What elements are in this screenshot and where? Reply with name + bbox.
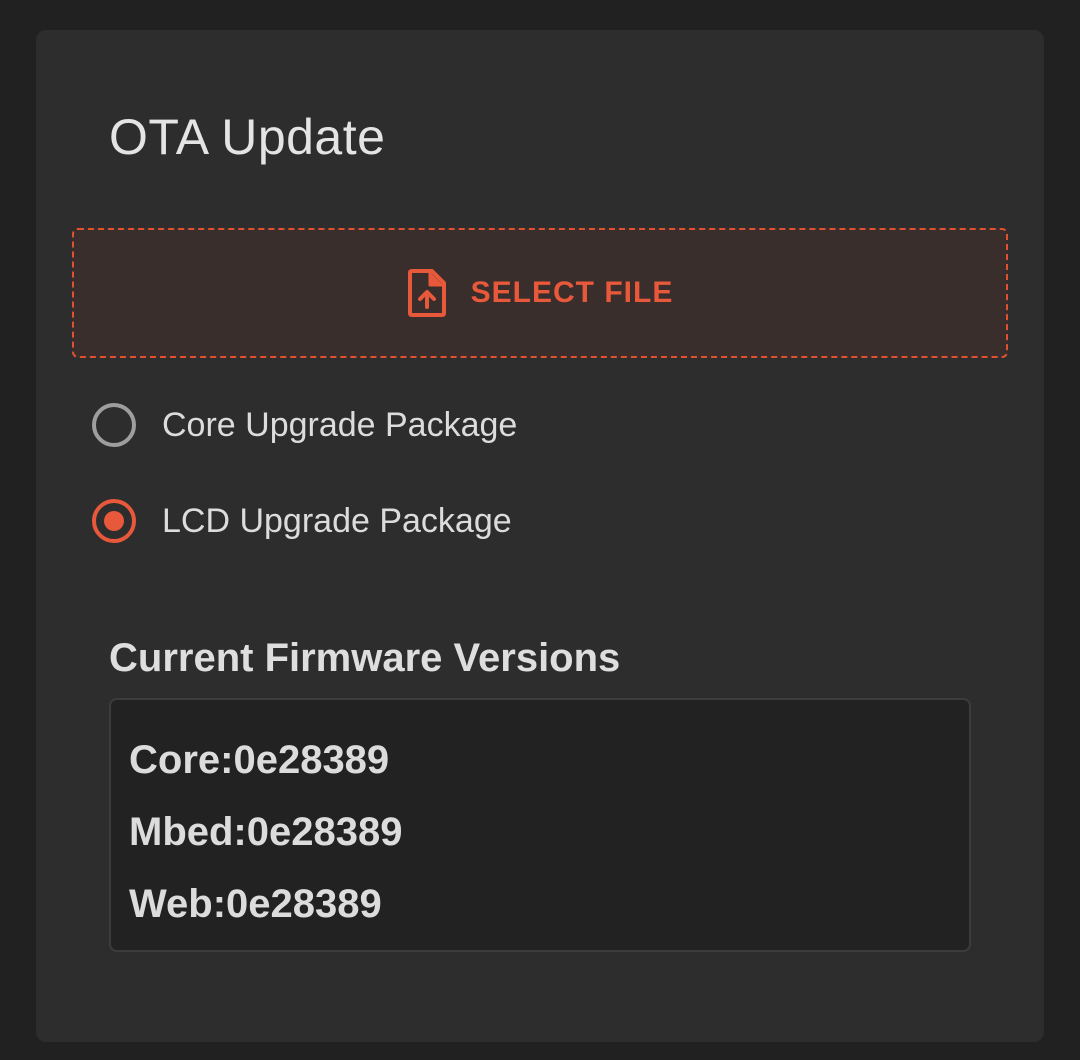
radio-lcd-upgrade-package[interactable]: LCD Upgrade Package bbox=[92, 499, 512, 543]
firmware-versions-heading: Current Firmware Versions bbox=[109, 636, 621, 680]
file-upload-icon bbox=[407, 269, 447, 317]
radio-button-checked[interactable] bbox=[92, 499, 136, 543]
firmware-version-core: Core:0e28389 bbox=[129, 738, 390, 782]
select-file-label: SELECT FILE bbox=[470, 276, 674, 309]
radio-label-core: Core Upgrade Package bbox=[162, 405, 518, 444]
page-title: OTA Update bbox=[109, 109, 386, 165]
firmware-versions-box: Core:0e28389 Mbed:0e28389 Web:0e28389 bbox=[109, 698, 971, 952]
ota-update-card: OTA Update SELECT FILE Core Upgrade Pack… bbox=[36, 30, 1044, 1042]
radio-label-lcd: LCD Upgrade Package bbox=[162, 501, 512, 540]
select-file-button[interactable]: SELECT FILE bbox=[72, 228, 1008, 358]
radio-core-upgrade-package[interactable]: Core Upgrade Package bbox=[92, 403, 517, 447]
firmware-version-mbed: Mbed:0e28389 bbox=[129, 810, 403, 854]
firmware-version-web: Web:0e28389 bbox=[129, 882, 382, 926]
radio-button-unchecked[interactable] bbox=[92, 403, 136, 447]
